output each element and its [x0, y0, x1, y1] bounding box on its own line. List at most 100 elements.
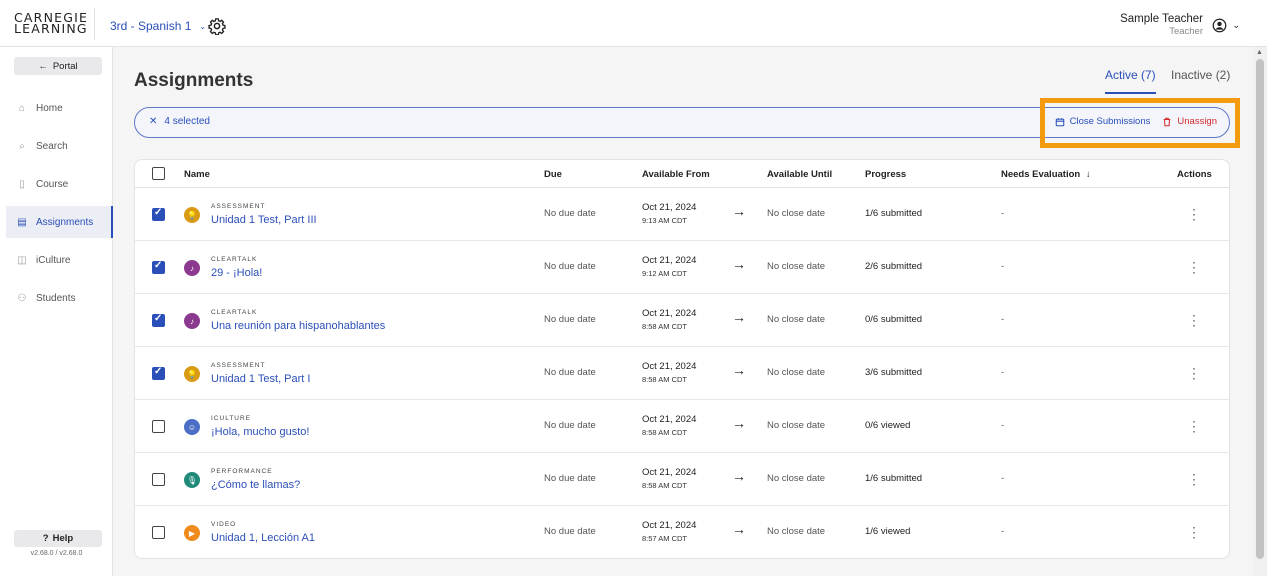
assessment-icon: 💡 — [184, 366, 200, 382]
chevron-down-icon[interactable]: ⌄ — [1232, 20, 1240, 31]
sidebar-item-label: Assignments — [36, 216, 94, 228]
column-header-actions: Actions — [1177, 169, 1212, 180]
available-from-date: Oct 21, 2024 — [642, 414, 697, 425]
needs-evaluation-label: Needs Evaluation — [1001, 169, 1081, 180]
row-checkbox[interactable] — [152, 260, 165, 274]
home-icon: ⌂ — [18, 102, 26, 114]
needs-evaluation-value: - — [1001, 314, 1005, 325]
sidebar-item-assignments[interactable]: ▤ Assignments — [6, 206, 113, 238]
header-divider — [94, 8, 95, 40]
close-submissions-button[interactable]: Close Submissions — [1055, 116, 1150, 127]
sidebar-item-label: Course — [36, 178, 69, 190]
carnegie-learning-logo[interactable]: CARNEGIE LEARNING — [14, 11, 88, 36]
unassign-button[interactable]: Unassign — [1162, 116, 1217, 127]
students-icon: ⚇ — [17, 292, 27, 304]
iculture-icon: ◫ — [17, 254, 27, 266]
account-circle-icon[interactable] — [1212, 18, 1227, 33]
progress-text: 1/6 submitted — [865, 473, 923, 484]
select-all-checkbox[interactable] — [152, 167, 165, 180]
table-row[interactable]: 💡 ASSESSMENT Unidad 1 Test, Part III No … — [135, 188, 1229, 241]
column-header-progress[interactable]: Progress — [865, 169, 906, 180]
due-date: No due date — [544, 208, 596, 219]
needs-evaluation-value: - — [1001, 526, 1005, 537]
available-from-date: Oct 21, 2024 — [642, 361, 697, 372]
assignment-name-link[interactable]: 29 - ¡Hola! — [211, 267, 262, 279]
more-actions-icon[interactable]: ⋮ — [1187, 312, 1201, 328]
row-checkbox[interactable] — [152, 207, 165, 221]
arrow-right-icon: → — [732, 362, 746, 378]
column-header-needs-evaluation[interactable]: Needs Evaluation ↓ — [1001, 169, 1091, 180]
selection-count: 4 selected — [164, 116, 210, 127]
course-icon: ▯ — [19, 178, 25, 190]
portal-button-label: Portal — [52, 60, 78, 72]
sidebar-item-course[interactable]: ▯ Course — [6, 168, 113, 200]
available-from-date: Oct 21, 2024 — [642, 202, 697, 213]
table-row[interactable]: ▶ VIDEO Unidad 1, Lección A1 No due date… — [135, 506, 1229, 558]
available-until: No close date — [767, 367, 826, 378]
help-circle-icon: ? — [42, 533, 49, 544]
assignment-name-link[interactable]: ¡Hola, mucho gusto! — [211, 426, 309, 438]
scroll-up-icon[interactable]: ▲ — [1256, 49, 1263, 56]
column-header-name[interactable]: Name — [184, 169, 210, 180]
more-actions-icon[interactable]: ⋮ — [1187, 365, 1201, 381]
course-selector-label: 3rd - Spanish 1 — [110, 19, 192, 33]
selection-actions: Close Submissions Unassign — [1055, 116, 1217, 127]
due-date: No due date — [544, 473, 596, 484]
column-header-due[interactable]: Due — [544, 169, 562, 180]
assignment-name-link[interactable]: Unidad 1 Test, Part I — [211, 373, 310, 385]
progress-text: 2/6 submitted — [865, 261, 923, 272]
column-header-available-until[interactable]: Available Until — [767, 169, 832, 180]
help-button[interactable]: ? Help — [14, 530, 102, 547]
more-actions-icon[interactable]: ⋮ — [1187, 471, 1201, 487]
portal-button[interactable]: ← Portal — [14, 57, 102, 75]
due-date: No due date — [544, 367, 596, 378]
sidebar-item-iculture[interactable]: ◫ iCulture — [6, 244, 113, 276]
trash-icon — [1164, 117, 1171, 126]
available-until: No close date — [767, 208, 826, 219]
user-name: Sample Teacher — [1120, 13, 1203, 25]
row-checkbox[interactable] — [152, 366, 165, 380]
more-actions-icon[interactable]: ⋮ — [1187, 259, 1201, 275]
user-info[interactable]: Sample Teacher Teacher — [1120, 13, 1203, 37]
table-row[interactable]: 🎙 PERFORMANCE ¿Cómo te llamas? No due da… — [135, 453, 1229, 506]
assignment-name-link[interactable]: Una reunión para hispanohablantes — [211, 320, 385, 332]
sidebar-item-home[interactable]: ⌂ Home — [6, 92, 113, 124]
arrow-right-icon: → — [732, 415, 746, 431]
chevron-down-icon: ⌄ — [199, 21, 207, 31]
available-until: No close date — [767, 420, 826, 431]
vertical-scrollbar[interactable]: ▲ — [1253, 47, 1267, 576]
assignment-name-link[interactable]: ¿Cómo te llamas? — [211, 479, 300, 491]
course-selector[interactable]: 3rd - Spanish 1 ⌄ — [110, 19, 206, 33]
sidebar-item-search[interactable]: ⌕ Search — [6, 130, 113, 162]
assignments-table: Name Due Available From Available Until … — [134, 159, 1230, 559]
row-checkbox[interactable] — [152, 473, 165, 486]
assignment-type: ICULTURE — [211, 415, 252, 422]
sidebar: ← Portal ⌂ Home ⌕ Search ▯ Course ▤ Assi… — [0, 47, 113, 576]
arrow-right-icon: → — [732, 521, 746, 537]
table-row[interactable]: ♪ CLEARTALK Una reunión para hispanohabl… — [135, 294, 1229, 347]
needs-evaluation-value: - — [1001, 367, 1005, 378]
tab-inactive[interactable]: Inactive (2) — [1171, 68, 1230, 82]
logo-line-2: LEARNING — [14, 21, 88, 36]
gear-icon[interactable] — [208, 17, 226, 35]
table-row[interactable]: 💡 ASSESSMENT Unidad 1 Test, Part I No du… — [135, 347, 1229, 400]
row-checkbox[interactable] — [152, 526, 165, 539]
table-row[interactable]: ☺ ICULTURE ¡Hola, mucho gusto! No due da… — [135, 400, 1229, 453]
more-actions-icon[interactable]: ⋮ — [1187, 524, 1201, 540]
search-icon: ⌕ — [19, 140, 25, 152]
more-actions-icon[interactable]: ⋮ — [1187, 206, 1201, 222]
table-row[interactable]: ♪ CLEARTALK 29 - ¡Hola! No due date Oct … — [135, 241, 1229, 294]
assignment-name-link[interactable]: Unidad 1, Lección A1 — [211, 532, 315, 544]
scrollbar-thumb[interactable] — [1256, 59, 1264, 559]
assignment-name-link[interactable]: Unidad 1 Test, Part III — [211, 214, 317, 226]
due-date: No due date — [544, 420, 596, 431]
more-actions-icon[interactable]: ⋮ — [1187, 418, 1201, 434]
clear-selection-button[interactable]: ✕ 4 selected — [149, 116, 210, 127]
row-checkbox[interactable] — [152, 420, 165, 433]
tab-active[interactable]: Active (7) — [1105, 68, 1156, 94]
video-play-icon: ▶ — [184, 525, 200, 541]
column-header-available-from[interactable]: Available From — [642, 169, 710, 180]
row-checkbox[interactable] — [152, 313, 165, 327]
sidebar-item-students[interactable]: ⚇ Students — [6, 282, 113, 314]
close-icon: ✕ — [149, 116, 158, 127]
